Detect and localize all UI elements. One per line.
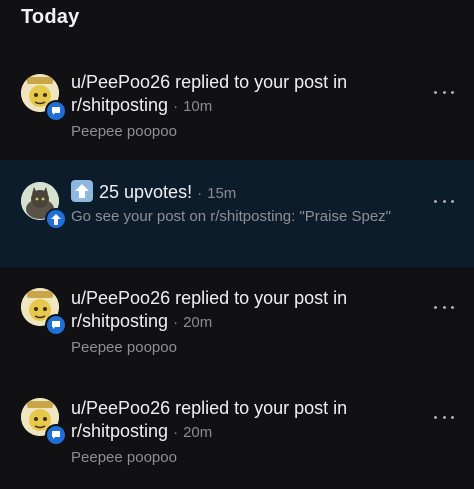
- avatar: [21, 398, 67, 446]
- notification-title: 25 upvotes! · 15m: [71, 180, 418, 205]
- separator-dot: ·: [197, 185, 203, 202]
- chat-bubble-icon: [47, 426, 65, 444]
- notification-time: 10m: [183, 98, 213, 115]
- upvote-emoji-icon: [71, 180, 93, 202]
- notification-content: u/PeePoo26 replied to your post in r/shi…: [71, 71, 418, 142]
- upvote-arrow-icon: [47, 210, 65, 228]
- more-options-icon[interactable]: [434, 196, 454, 206]
- notification-body: Peepee poopoo: [71, 123, 177, 140]
- notification-title: u/PeePoo26 replied to your post in r/shi…: [71, 287, 418, 334]
- notification-time: 20m: [183, 314, 213, 331]
- notification-title-text: 25 upvotes!: [99, 182, 193, 202]
- notification-content: u/PeePoo26 replied to your post in r/shi…: [71, 397, 418, 468]
- chat-bubble-icon: [47, 102, 65, 120]
- notification-item[interactable]: u/PeePoo26 replied to your post in r/shi…: [0, 58, 474, 160]
- section-header-today: Today: [21, 6, 80, 28]
- more-options-icon[interactable]: [434, 412, 454, 422]
- notification-time: 20m: [183, 424, 213, 441]
- notification-body: Peepee poopoo: [71, 449, 177, 466]
- notification-body: Peepee poopoo: [71, 339, 177, 356]
- avatar: [21, 74, 67, 122]
- badge: [45, 208, 67, 230]
- notification-item-unread[interactable]: 25 upvotes! · 15m Go see your post on r/…: [0, 160, 474, 267]
- separator-dot: ·: [173, 314, 179, 331]
- notification-title: u/PeePoo26 replied to your post in r/shi…: [71, 397, 418, 444]
- notification-time: 15m: [207, 185, 237, 202]
- separator-dot: ·: [173, 98, 179, 115]
- avatar: [21, 182, 67, 230]
- notification-title: u/PeePoo26 replied to your post in r/shi…: [71, 71, 418, 118]
- notifications-screen: Today u/PeePoo26 replied to your post in…: [0, 0, 474, 489]
- more-options-icon[interactable]: [434, 87, 454, 97]
- chat-bubble-icon: [47, 316, 65, 334]
- more-options-icon[interactable]: [434, 302, 454, 312]
- avatar: [21, 288, 67, 336]
- separator-dot: ·: [173, 424, 179, 441]
- badge: [45, 424, 67, 446]
- notification-body: Go see your post on r/shitposting: "Prai…: [71, 208, 391, 225]
- notification-item[interactable]: u/PeePoo26 replied to your post in r/shi…: [0, 272, 474, 378]
- badge: [45, 100, 67, 122]
- notification-content: 25 upvotes! · 15m Go see your post on r/…: [71, 180, 418, 227]
- notification-content: u/PeePoo26 replied to your post in r/shi…: [71, 287, 418, 358]
- notification-item[interactable]: u/PeePoo26 replied to your post in r/shi…: [0, 382, 474, 489]
- badge: [45, 314, 67, 336]
